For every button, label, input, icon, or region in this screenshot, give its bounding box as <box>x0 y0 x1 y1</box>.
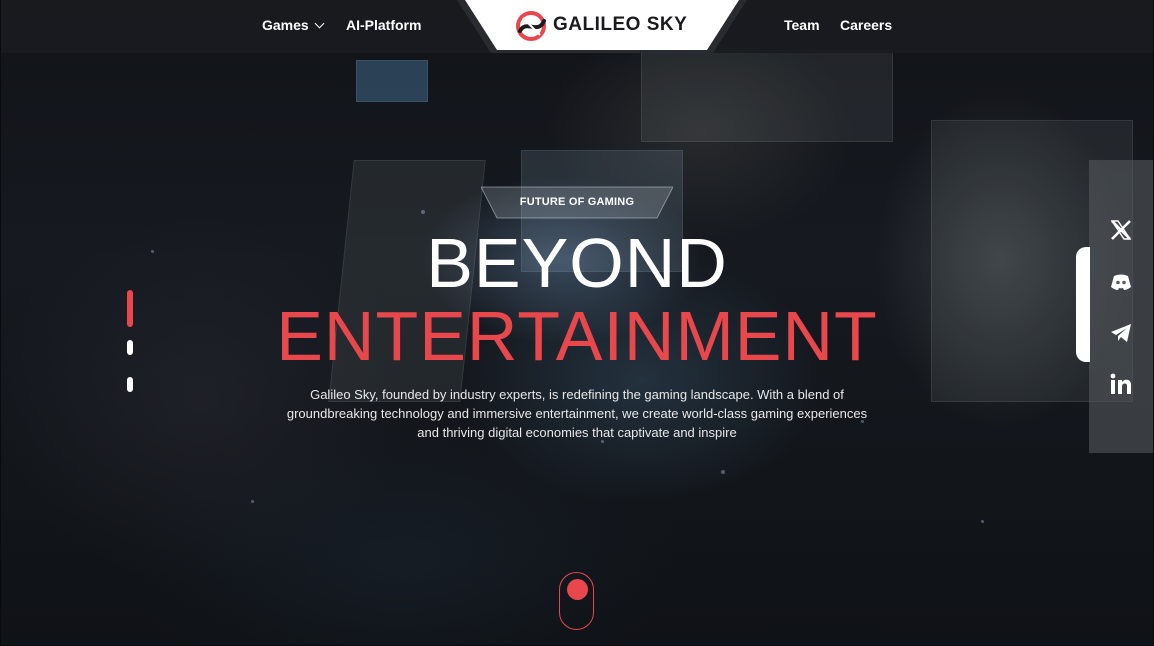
hero-badge: FUTURE OF GAMING <box>481 186 673 219</box>
linkedin-icon[interactable] <box>1109 372 1133 396</box>
logo-text: GALILEO SKY <box>553 14 688 35</box>
hero-description: Galileo Sky, founded by industry experts… <box>286 387 868 440</box>
scroll-indicator-dot <box>567 579 588 600</box>
chevron-down-icon <box>314 18 325 29</box>
slide-indicator-2[interactable] <box>127 340 133 355</box>
x-icon[interactable] <box>1109 218 1133 242</box>
background-light <box>421 210 425 214</box>
social-sidebar-tab[interactable] <box>1076 247 1090 362</box>
nav-ai-platform[interactable]: AI-Platform <box>346 17 421 33</box>
nav-games[interactable]: Games <box>262 17 325 33</box>
galileo-logo-icon <box>516 11 546 41</box>
background-light <box>251 500 254 503</box>
hero-title-line1: BEYOND <box>426 224 728 302</box>
telegram-icon[interactable] <box>1109 321 1133 345</box>
background-light <box>981 520 984 523</box>
nav-team[interactable]: Team <box>784 17 820 33</box>
hero-title-line2: ENTERTAINMENT <box>276 297 878 375</box>
nav-careers[interactable]: Careers <box>840 17 892 33</box>
nav-games-label: Games <box>262 17 309 33</box>
social-sidebar <box>1089 160 1153 453</box>
discord-icon[interactable] <box>1109 270 1133 294</box>
slide-indicator-3[interactable] <box>127 377 133 392</box>
background-screen <box>356 60 428 102</box>
slide-indicator-1[interactable] <box>127 290 133 327</box>
background-light <box>721 470 725 474</box>
background-building <box>641 50 893 142</box>
hero-badge-label: FUTURE OF GAMING <box>519 196 635 208</box>
